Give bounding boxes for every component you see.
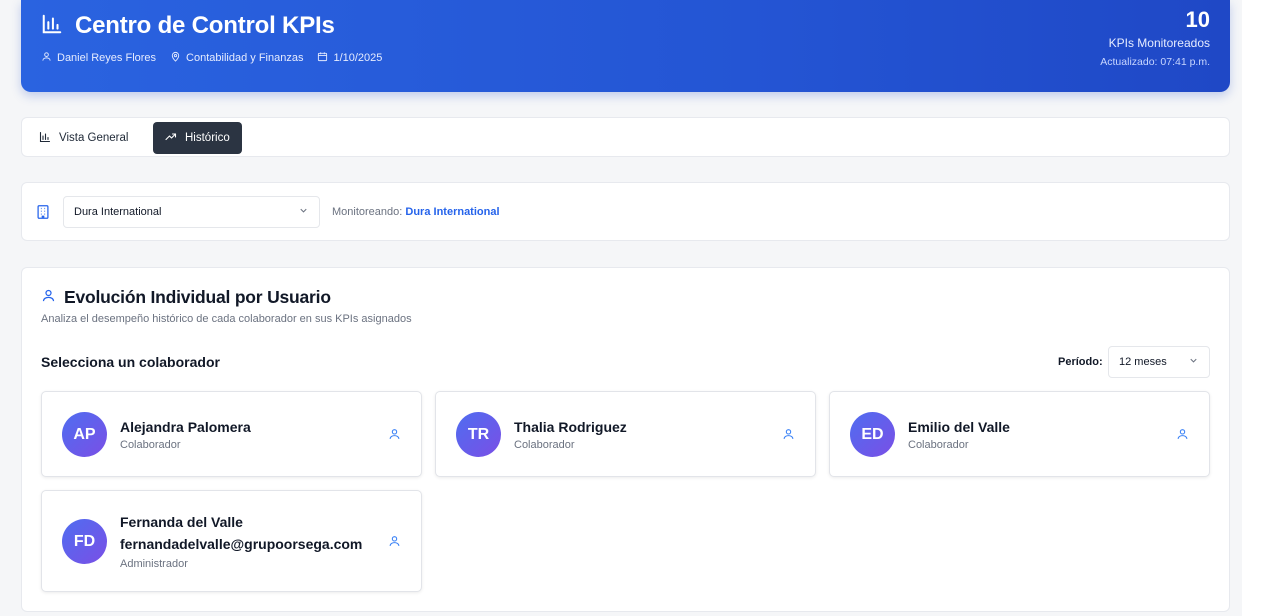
user-email: fernandadelvalle@grupoorsega.com	[120, 536, 363, 552]
bar-chart-icon	[39, 131, 51, 146]
user-name: Fernanda del Valle	[120, 514, 243, 530]
avatar: ED	[850, 412, 895, 457]
evolution-card: Evolución Individual por Usuario Analiza…	[21, 267, 1230, 612]
user-icon	[41, 51, 52, 65]
header-meta: Daniel Reyes Flores Contabilidad y Finan…	[41, 51, 382, 65]
company-selector-card: Dura International Monitoreando: Dura In…	[21, 182, 1230, 241]
monitoring-status: Monitoreando: Dura International	[332, 206, 500, 218]
monitoring-value: Dura International	[405, 206, 500, 218]
view-tabs: Vista General Histórico	[21, 117, 1230, 157]
user-name: Emilio del Valle	[908, 419, 1010, 435]
user-role: Administrador	[120, 558, 188, 570]
evolution-title: Evolución Individual por Usuario	[64, 287, 331, 307]
kpi-count: 10	[1185, 7, 1210, 32]
building-icon	[36, 204, 50, 225]
period-label: Período:	[1058, 356, 1103, 368]
location-pin-icon	[170, 51, 181, 65]
tab-label: Vista General	[59, 132, 129, 144]
user-icon	[41, 288, 56, 308]
tab-vista-general[interactable]: Vista General	[27, 122, 140, 154]
bar-chart-icon	[41, 13, 63, 40]
header-title-group: Centro de Control KPIs	[41, 12, 335, 40]
header-user-name: Daniel Reyes Flores	[57, 52, 157, 64]
updated-time: Actualizado: 07:41 p.m.	[1100, 56, 1210, 68]
chevron-down-icon	[298, 205, 309, 219]
user-icon	[782, 427, 795, 446]
user-icon	[388, 534, 401, 553]
period-select[interactable]: 12 meses	[1108, 346, 1210, 378]
header-department: Contabilidad y Finanzas	[170, 51, 303, 65]
kpi-summary: 10 KPIs Monitoreados Actualizado: 07:41 …	[1100, 6, 1210, 68]
select-collaborator-label: Selecciona un colaborador	[41, 354, 220, 370]
user-card-emilio-del-valle[interactable]: ED Emilio del Valle Colaborador	[829, 391, 1210, 477]
header-user: Daniel Reyes Flores	[41, 51, 156, 65]
period-select-value: 12 meses	[1119, 356, 1167, 368]
user-card-fernanda-del-valle[interactable]: FD Fernanda del Valle fernandadelvalle@g…	[41, 490, 422, 592]
user-icon	[388, 427, 401, 446]
tab-historico[interactable]: Histórico	[153, 122, 242, 154]
calendar-icon	[317, 51, 328, 65]
header-date: 1/10/2025	[317, 51, 382, 65]
chevron-down-icon	[1188, 355, 1199, 369]
evolution-subtitle: Analiza el desempeño histórico de cada c…	[41, 313, 412, 325]
company-select-value: Dura International	[74, 206, 162, 218]
page-title: Centro de Control KPIs	[75, 12, 335, 39]
user-icon	[1176, 427, 1189, 446]
user-card-alejandra-palomera[interactable]: AP Alejandra Palomera Colaborador	[41, 391, 422, 477]
kpi-count-label: KPIs Monitoreados	[1108, 36, 1210, 50]
avatar: AP	[62, 412, 107, 457]
header-department-name: Contabilidad y Finanzas	[186, 52, 304, 64]
trending-up-icon	[165, 131, 177, 146]
user-role: Colaborador	[908, 439, 969, 451]
avatar: FD	[62, 519, 107, 564]
tab-label: Histórico	[185, 132, 230, 144]
user-role: Colaborador	[514, 439, 575, 451]
user-role: Colaborador	[120, 439, 181, 451]
monitoring-label: Monitoreando:	[332, 206, 403, 218]
user-name: Thalia Rodriguez	[514, 419, 627, 435]
avatar: TR	[456, 412, 501, 457]
dashboard-header: Centro de Control KPIs Daniel Reyes Flor…	[21, 0, 1230, 92]
right-edge-strip	[1242, 0, 1261, 616]
company-select[interactable]: Dura International	[63, 196, 320, 228]
header-date-value: 1/10/2025	[333, 52, 383, 64]
user-name: Alejandra Palomera	[120, 419, 251, 435]
user-card-thalia-rodriguez[interactable]: TR Thalia Rodriguez Colaborador	[435, 391, 816, 477]
evolution-title-group: Evolución Individual por Usuario	[41, 287, 331, 308]
